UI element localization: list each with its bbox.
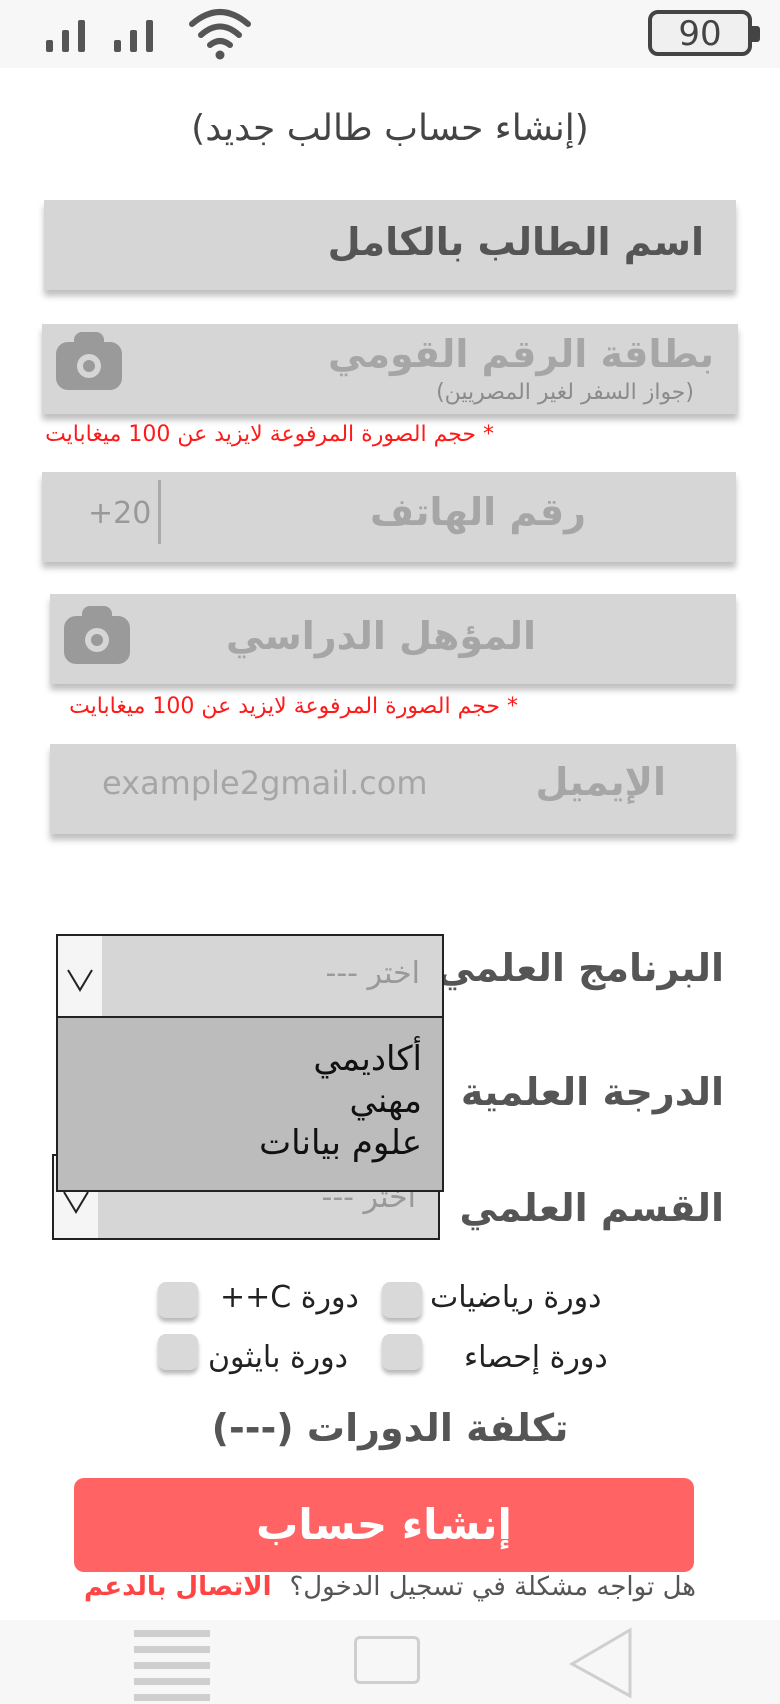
program-dropdown: أكاديمي مهني علوم بيانات bbox=[56, 1016, 444, 1192]
python-course-label: دورة بايثون bbox=[208, 1340, 349, 1375]
camera-icon[interactable] bbox=[64, 606, 130, 664]
page-title: (إنشاء حساب طالب جديد) bbox=[191, 108, 589, 149]
status-bar: 90 bbox=[0, 0, 780, 68]
battery-indicator: 90 bbox=[648, 10, 760, 56]
wifi-icon bbox=[189, 9, 251, 60]
program-placeholder: اختر --- bbox=[325, 956, 421, 991]
national-id-upload[interactable]: بطاقة الرقم القومي (جواز السفر لغير المص… bbox=[42, 324, 738, 414]
contact-support-link[interactable]: الاتصال بالدعم bbox=[84, 1572, 271, 1602]
qualification-size-note: * حجم الصورة المرفوعة لايزيد عن 100 ميغا… bbox=[69, 694, 518, 719]
battery-level: 90 bbox=[678, 14, 722, 54]
python-course-checkbox[interactable] bbox=[158, 1334, 198, 1370]
math-course-label: دورة رياضيات bbox=[430, 1280, 602, 1315]
dropdown-option-vocational[interactable]: مهني bbox=[58, 1080, 442, 1122]
national-id-hint: (جواز السفر لغير المصريين) bbox=[436, 380, 694, 405]
chevron-down-icon bbox=[63, 1191, 89, 1214]
email-label: الإيميل bbox=[535, 760, 667, 804]
qualification-label: المؤهل الدراسي bbox=[225, 614, 536, 658]
statistics-course-label: دورة إحصاء bbox=[464, 1340, 608, 1375]
program-select[interactable]: اختر --- bbox=[56, 934, 444, 1018]
back-icon[interactable] bbox=[566, 1626, 634, 1698]
dropdown-option-data-science[interactable]: علوم بيانات bbox=[58, 1122, 442, 1164]
math-course-checkbox[interactable] bbox=[382, 1282, 422, 1318]
cpp-course-label: دورة C++ bbox=[220, 1280, 359, 1315]
navigation-bar bbox=[0, 1620, 780, 1704]
home-icon[interactable] bbox=[354, 1636, 420, 1684]
full-name-field[interactable]: اسم الطالب بالكامل bbox=[44, 200, 736, 290]
dropdown-option-academic[interactable]: أكاديمي bbox=[58, 1038, 442, 1080]
degree-label: الدرجة العلمية bbox=[460, 1070, 724, 1114]
support-question: هل تواجه مشكلة في تسجيل الدخول؟ bbox=[289, 1572, 696, 1602]
full-name-label: اسم الطالب بالكامل bbox=[327, 220, 704, 264]
phone-divider bbox=[158, 480, 161, 544]
email-field[interactable]: الإيميل example2gmail.com bbox=[50, 744, 736, 834]
courses-cost: تكلفة الدورات (---) bbox=[211, 1406, 569, 1450]
phone-label: رقم الهاتف bbox=[370, 490, 586, 534]
program-label: البرنامج العلمي bbox=[436, 946, 724, 990]
national-id-size-note: * حجم الصورة المرفوعة لايزيد عن 100 ميغا… bbox=[45, 422, 494, 447]
cpp-course-checkbox[interactable] bbox=[158, 1282, 198, 1318]
statistics-course-checkbox[interactable] bbox=[382, 1334, 422, 1370]
support-row: هل تواجه مشكلة في تسجيل الدخول؟ الاتصال ب… bbox=[0, 1572, 780, 1602]
camera-icon[interactable] bbox=[56, 332, 122, 390]
create-account-button[interactable]: إنشاء حساب bbox=[74, 1478, 694, 1572]
national-id-label: بطاقة الرقم القومي bbox=[328, 332, 714, 376]
country-code[interactable]: +20 bbox=[88, 496, 151, 531]
phone-field[interactable]: +20 رقم الهاتف bbox=[42, 472, 736, 562]
qualification-upload[interactable]: المؤهل الدراسي bbox=[50, 594, 736, 684]
email-input[interactable]: example2gmail.com bbox=[102, 764, 427, 802]
department-label: القسم العلمي bbox=[459, 1186, 724, 1230]
chevron-down-icon bbox=[67, 969, 93, 992]
